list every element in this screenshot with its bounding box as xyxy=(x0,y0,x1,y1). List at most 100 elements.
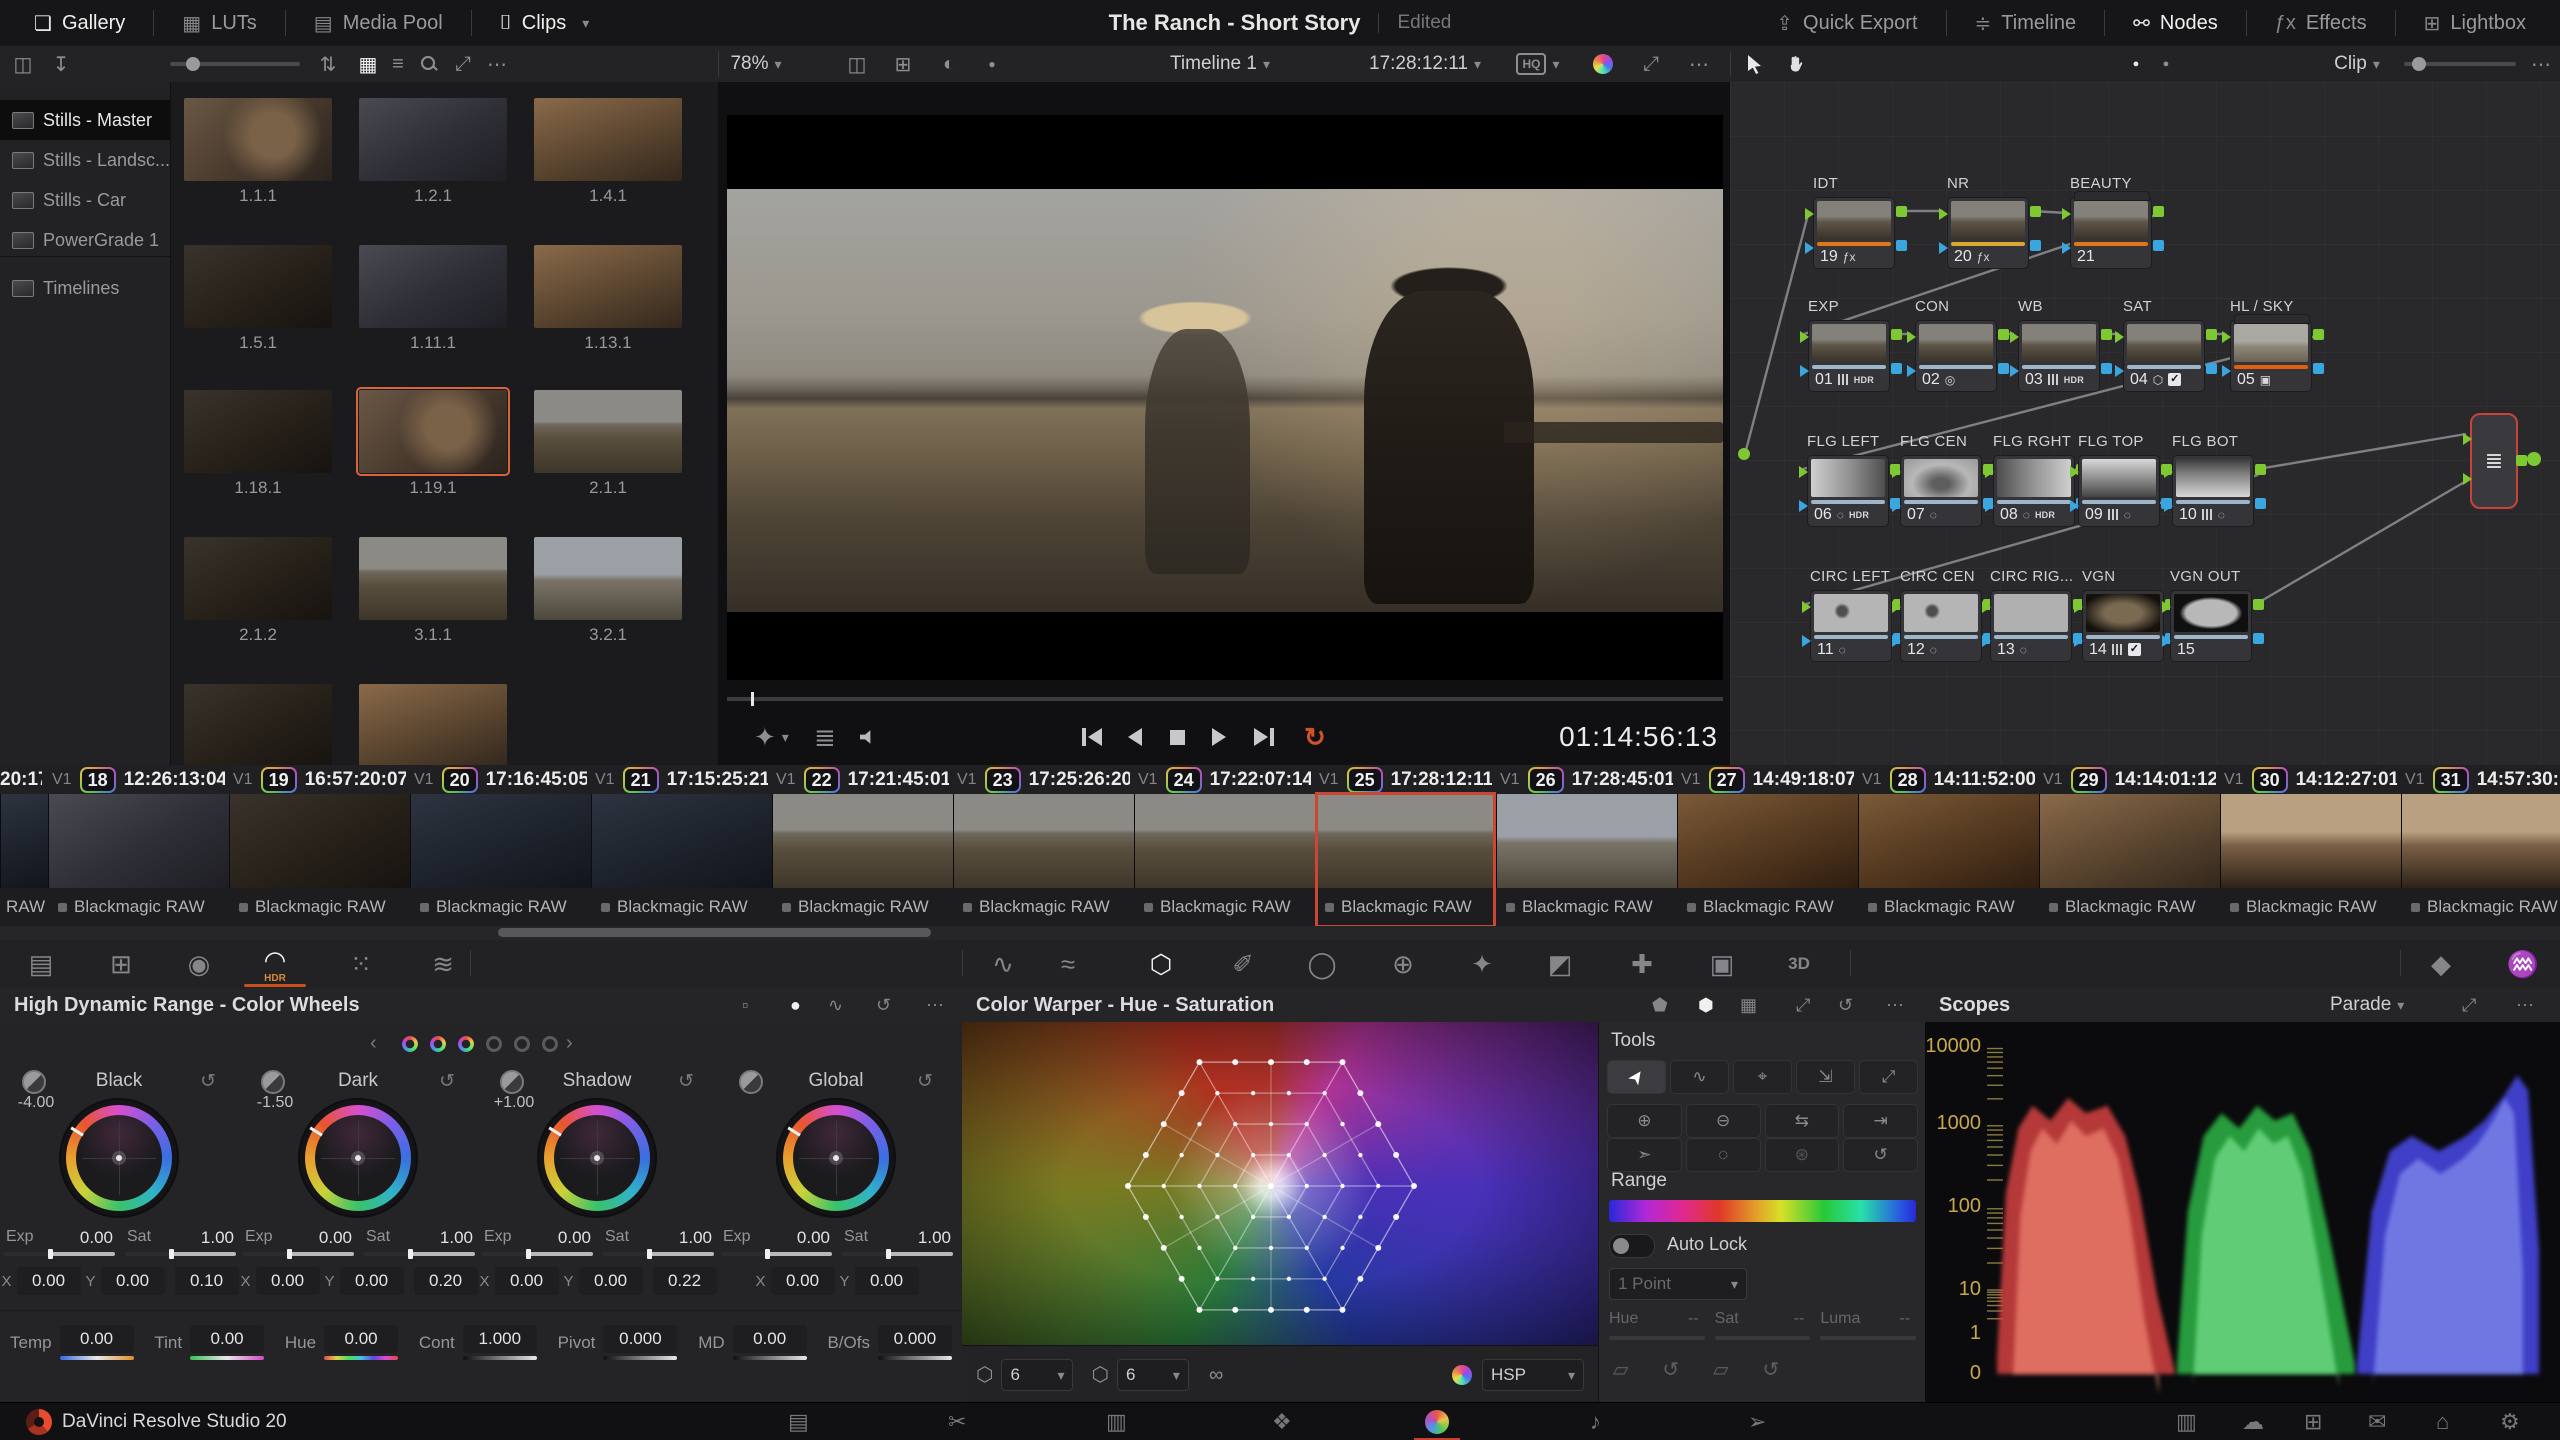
tool-draw-button[interactable]: ∿ xyxy=(1670,1060,1729,1094)
hdr-wheel-set-dot[interactable] xyxy=(514,1036,530,1052)
tool-lasso-button[interactable]: ◌ xyxy=(1686,1138,1761,1172)
panel-toggle-icon[interactable]: ◫ xyxy=(6,46,40,82)
scopes-parade[interactable]: 1000010001001010 xyxy=(1925,1022,2560,1402)
node-more-icon[interactable]: ⋯ xyxy=(2526,46,2556,82)
palette-blur-icon[interactable]: ◩ xyxy=(1543,940,1577,988)
param-value-field[interactable]: 0.00 xyxy=(190,1325,264,1353)
slider-marker[interactable] xyxy=(647,1249,652,1259)
hdr-nav-prev-icon[interactable]: ‹ xyxy=(370,1032,377,1055)
page-deliver[interactable]: ➢ xyxy=(1748,1403,1766,1440)
palette-key-icon[interactable]: ✚ xyxy=(1625,940,1659,988)
clip-thumbnail[interactable] xyxy=(2220,794,2401,888)
palette-power-window-icon[interactable]: ◯ xyxy=(1305,940,1339,988)
node-wb[interactable]: 03HDR xyxy=(2018,320,2100,392)
tray-messages-icon[interactable]: ✉ xyxy=(2368,1403,2386,1440)
viewer-scrubber[interactable] xyxy=(727,697,1723,701)
hdr-curve-icon[interactable]: ∿ xyxy=(828,988,843,1022)
warper-grid-icon[interactable]: ▦ xyxy=(1740,988,1757,1022)
skip-start-button[interactable] xyxy=(1082,712,1102,762)
sidebar-item-timelines[interactable]: Timelines xyxy=(0,268,170,308)
hdr-wheel-set-dot[interactable] xyxy=(542,1036,558,1052)
still-thumbnail[interactable] xyxy=(359,98,507,181)
hdr-zones-icon[interactable]: ▫ xyxy=(742,988,748,1022)
node-flg-left[interactable]: 06◌HDR xyxy=(1807,455,1889,527)
falloff-value-field[interactable]: 0.20 xyxy=(414,1267,478,1295)
sat-slider[interactable]: Sat1.00 xyxy=(603,1228,714,1262)
sidebar-item-stills-landsc-[interactable]: Stills - Landsc... xyxy=(0,140,170,180)
wheel-reset-icon[interactable]: ↺ xyxy=(917,1070,933,1093)
palette-color-wheels-icon[interactable]: ◉ xyxy=(182,940,216,988)
x-value-field[interactable]: 0.00 xyxy=(256,1267,320,1295)
tool-mesh-button[interactable]: ⊛ xyxy=(1765,1138,1840,1172)
gallery-fullscreen-icon[interactable]: ⤢ xyxy=(448,46,478,82)
palette-sizing-icon[interactable]: ▣ xyxy=(1705,940,1739,988)
node-mode-select[interactable]: Clip▾ xyxy=(2322,46,2392,82)
slider-marker[interactable] xyxy=(886,1249,891,1259)
node-flg-rght[interactable]: 08◌HDR xyxy=(1993,455,2075,527)
auto-lock-toggle[interactable] xyxy=(1609,1234,1655,1258)
falloff-value-field[interactable]: 0.22 xyxy=(653,1267,717,1295)
tool-add-point-button[interactable]: ⊕ xyxy=(1607,1104,1682,1138)
grid-mode-icon[interactable]: ⊞ xyxy=(886,46,920,82)
clip-thumbnail[interactable] xyxy=(0,794,48,888)
node-cursor-icon[interactable] xyxy=(1740,46,1770,82)
split-mode-icon[interactable]: ◐ xyxy=(932,46,966,82)
audio-mute-icon[interactable] xyxy=(860,712,876,762)
tool-pin-button[interactable]: ⌖ xyxy=(1733,1060,1792,1094)
tab-lightbox[interactable]: ⊞Lightbox xyxy=(2406,0,2544,46)
page-edit[interactable]: ▥ xyxy=(1106,1403,1127,1440)
gallery-more-icon[interactable]: ⋯ xyxy=(482,46,512,82)
wheel-reset-icon[interactable]: ↺ xyxy=(200,1070,216,1093)
playback-quality-icon[interactable]: HQ▾ xyxy=(1515,46,1561,82)
pick-b-icon[interactable]: ▱ xyxy=(1713,1360,1728,1380)
tool-expand-button[interactable]: ⤢ xyxy=(1859,1060,1918,1094)
page-media[interactable]: ▤ xyxy=(788,1403,809,1440)
palette-hdr-icon[interactable]: ◠HDR xyxy=(258,940,292,988)
y-value-field[interactable]: 0.00 xyxy=(579,1267,643,1295)
list-view-icon[interactable]: ≡ xyxy=(384,46,412,82)
slider-marker[interactable] xyxy=(48,1249,53,1259)
auto-grade-icon[interactable]: ✦▾ xyxy=(754,712,789,762)
param-value-field[interactable]: 0.00 xyxy=(60,1325,134,1353)
slider-marker[interactable] xyxy=(408,1249,413,1259)
node-circ-cen[interactable]: 12◌ xyxy=(1900,590,1982,662)
still-thumbnail[interactable] xyxy=(359,245,507,328)
hdr-nav-next-icon[interactable]: › xyxy=(566,1032,573,1055)
palette-rgb-mixer-icon[interactable]: ⁙ xyxy=(344,940,378,988)
node-hand-icon[interactable] xyxy=(1778,46,1812,82)
clip-dot-b-icon[interactable]: ● xyxy=(2156,46,2176,82)
timeline-name-select[interactable]: Timeline 1▾ xyxy=(1140,46,1300,82)
clip-dot-a-icon[interactable]: ● xyxy=(2126,46,2146,82)
still-thumbnail[interactable] xyxy=(184,245,332,328)
tool-point-to-pin-button[interactable]: ⇥ xyxy=(1843,1104,1918,1138)
palette-curves-icon[interactable]: ∿ xyxy=(986,940,1020,988)
field-track[interactable] xyxy=(1820,1336,1916,1340)
step-back-button[interactable] xyxy=(1128,712,1142,762)
palette-color-match-icon[interactable]: ⊞ xyxy=(104,940,138,988)
clip-thumbnail[interactable] xyxy=(953,794,1134,888)
palette-scopes-icon[interactable]: ♒ xyxy=(2506,940,2540,988)
scopes-expand-icon[interactable]: ⤢ xyxy=(2462,988,2476,1022)
search-icon[interactable] xyxy=(414,46,444,82)
still-thumbnail[interactable] xyxy=(534,537,682,620)
viewer-timecode[interactable]: 17:28:12:11▾ xyxy=(1350,46,1500,82)
clip-thumbnail[interactable] xyxy=(48,794,229,888)
palette-tracker-icon[interactable]: ⊕ xyxy=(1386,940,1420,988)
field-track[interactable] xyxy=(1715,1336,1811,1340)
x-value-field[interactable]: 0.00 xyxy=(17,1267,81,1295)
exp-slider[interactable]: Exp0.00 xyxy=(243,1228,354,1262)
still-thumbnail[interactable] xyxy=(359,390,507,473)
node-idt[interactable]: 19ƒx xyxy=(1813,197,1895,269)
hdr-wheel-set-dot[interactable] xyxy=(430,1036,446,1052)
node-con[interactable]: 02◎ xyxy=(1915,320,1997,392)
tray-settings-icon[interactable]: ⚙ xyxy=(2500,1403,2520,1440)
tool-select-points-button[interactable]: ➣ xyxy=(1607,1138,1682,1172)
page-color[interactable] xyxy=(1425,1403,1449,1440)
wheel-reset-icon[interactable]: ↺ xyxy=(678,1070,694,1093)
color-wheel[interactable] xyxy=(778,1100,894,1216)
x-value-field[interactable]: 0.00 xyxy=(495,1267,559,1295)
x-value-field[interactable]: 0.00 xyxy=(771,1267,835,1295)
y-value-field[interactable]: 0.00 xyxy=(101,1267,165,1295)
tool-convert-point-button[interactable]: ⇆ xyxy=(1765,1104,1840,1138)
still-thumbnail[interactable] xyxy=(534,390,682,473)
